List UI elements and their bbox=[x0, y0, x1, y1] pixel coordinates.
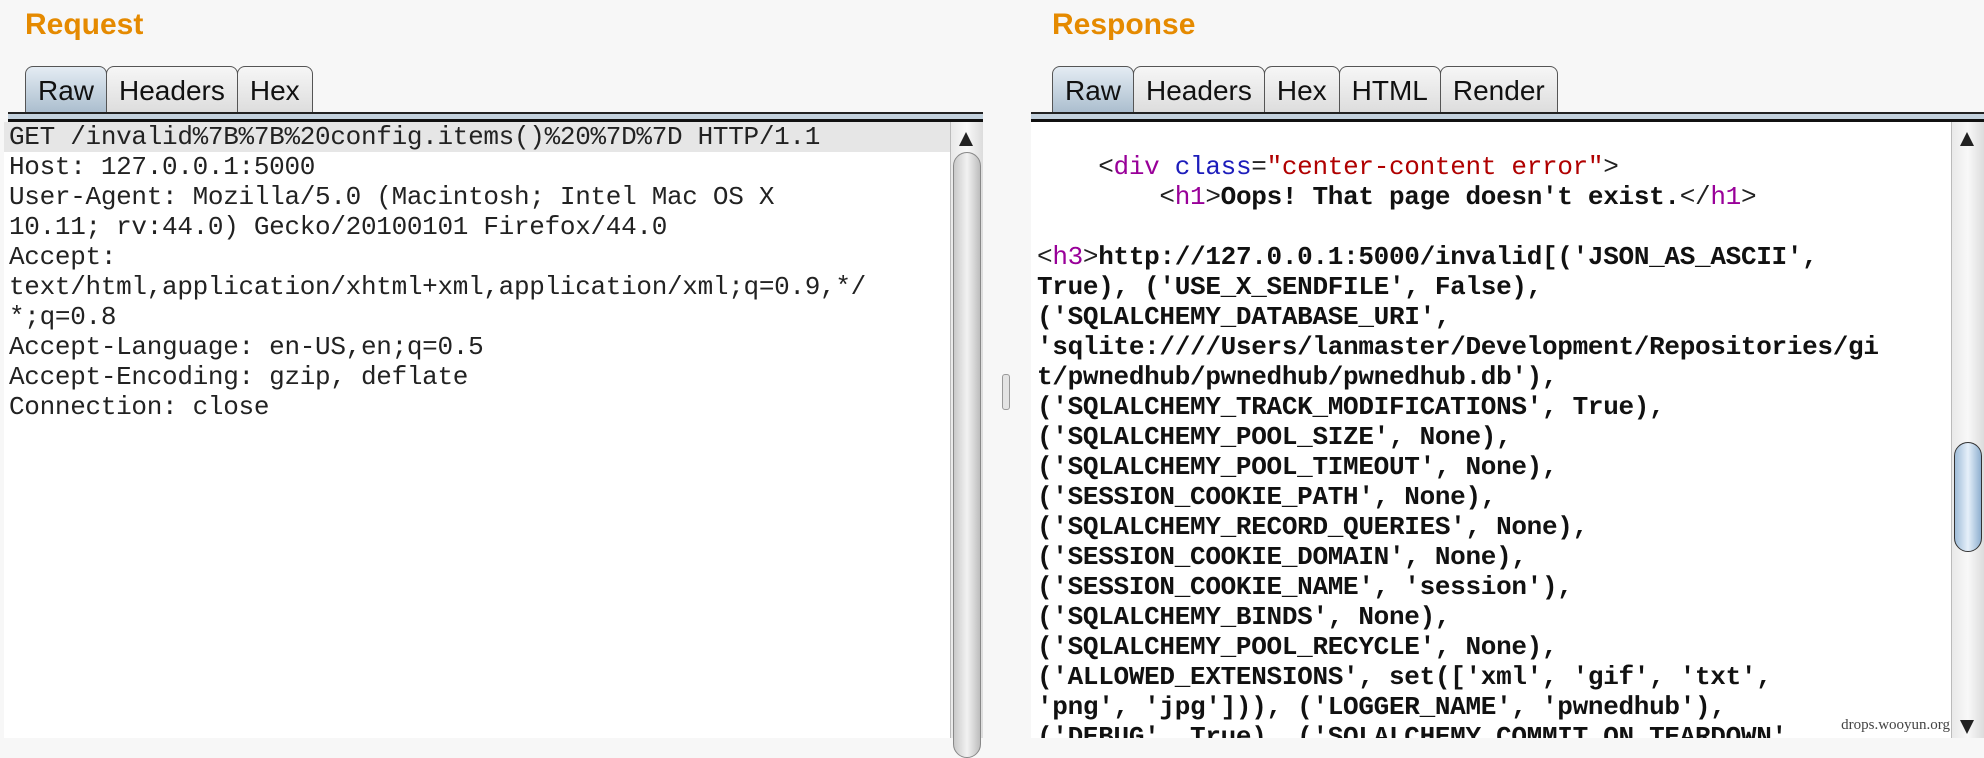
response-line: ('SQLALCHEMY_POOL_TIMEOUT', None), bbox=[1031, 452, 1952, 482]
html-punctuation: > bbox=[1603, 152, 1619, 182]
response-text: ('SQLALCHEMY_TRACK_MODIFICATIONS', True)… bbox=[1037, 392, 1665, 422]
request-scrollbar[interactable] bbox=[950, 122, 983, 758]
tab-headers[interactable]: Headers bbox=[106, 66, 238, 114]
response-text: ('ALLOWED_EXTENSIONS', set(['xml', 'gif'… bbox=[1037, 662, 1772, 692]
response-text: Oops! That page doesn't exist. bbox=[1220, 182, 1680, 212]
response-line: 'png', 'jpg'])), ('LOGGER_NAME', 'pwnedh… bbox=[1031, 692, 1952, 722]
tab-render[interactable]: Render bbox=[1439, 66, 1558, 114]
response-text: 'png', 'jpg'])), ('LOGGER_NAME', 'pwnedh… bbox=[1037, 692, 1726, 722]
html-tag-name: h1 bbox=[1710, 182, 1741, 212]
scroll-down-arrow-icon[interactable] bbox=[1960, 720, 1974, 734]
response-editor[interactable]: <div class="center-content error"> <h1>O… bbox=[1031, 122, 1952, 738]
html-punctuation: > bbox=[1205, 182, 1221, 212]
response-line: 'sqlite:////Users/lanmaster/Development/… bbox=[1031, 332, 1952, 362]
response-text: ('SQLALCHEMY_BINDS', None), bbox=[1037, 602, 1451, 632]
response-line bbox=[1031, 212, 1952, 242]
response-text: ('SESSION_COOKIE_DOMAIN', None), bbox=[1037, 542, 1527, 572]
request-line: Accept-Encoding: gzip, deflate bbox=[9, 362, 469, 392]
response-line bbox=[1031, 122, 1952, 152]
tab-hex[interactable]: Hex bbox=[236, 66, 313, 114]
response-line: ('ALLOWED_EXTENSIONS', set(['xml', 'gif'… bbox=[1031, 662, 1952, 692]
html-punctuation: </ bbox=[1679, 182, 1711, 212]
response-line: t/pwnedhub/pwnedhub/pwnedhub.db'), bbox=[1031, 362, 1952, 392]
html-punctuation: < bbox=[1037, 182, 1175, 212]
response-line: <div class="center-content error"> bbox=[1031, 152, 1952, 182]
response-line: ('SESSION_COOKIE_DOMAIN', None), bbox=[1031, 542, 1952, 572]
request-line: Host: 127.0.0.1:5000 bbox=[9, 152, 316, 182]
request-line: Connection: close bbox=[9, 392, 270, 422]
scroll-thumb[interactable] bbox=[1954, 442, 1982, 552]
response-text: ('DEBUG', True), ('SQLALCHEMY_COMMIT_ON_… bbox=[1037, 722, 1803, 738]
scroll-up-arrow-icon[interactable] bbox=[959, 132, 973, 146]
request-line: *;q=0.8 bbox=[9, 302, 117, 332]
response-line: ('SQLALCHEMY_DATABASE_URI', bbox=[1031, 302, 1952, 332]
response-line: ('SQLALCHEMY_POOL_RECYCLE', None), bbox=[1031, 632, 1952, 662]
response-text: ('SQLALCHEMY_POOL_TIMEOUT', None), bbox=[1037, 452, 1558, 482]
response-line: True), ('USE_X_SENDFILE', False), bbox=[1031, 272, 1952, 302]
response-line: ('SQLALCHEMY_TRACK_MODIFICATIONS', True)… bbox=[1031, 392, 1952, 422]
request-line: 10.11; rv:44.0) Gecko/20100101 Firefox/4… bbox=[9, 212, 668, 242]
html-punctuation: > bbox=[1082, 242, 1099, 272]
response-text: ('SQLALCHEMY_DATABASE_URI', bbox=[1037, 302, 1451, 332]
html-tag-name: h3 bbox=[1052, 242, 1083, 272]
watermark: drops.wooyun.org bbox=[1841, 717, 1950, 733]
html-attribute-name: class bbox=[1174, 152, 1252, 182]
tab-html[interactable]: HTML bbox=[1338, 66, 1441, 114]
response-line: ('SQLALCHEMY_RECORD_QUERIES', None), bbox=[1031, 512, 1952, 542]
request-panel: Request Raw Headers Hex GET /invalid%7B%7B… bbox=[0, 0, 983, 758]
request-title: Request bbox=[25, 8, 144, 41]
html-tag-name: h1 bbox=[1174, 182, 1206, 212]
response-line: ('SESSION_COOKIE_PATH', None), bbox=[1031, 482, 1952, 512]
request-line: GET /invalid%7B%7B%20config.items()%20%7… bbox=[4, 122, 951, 152]
response-text: 'sqlite:////Users/lanmaster/Development/… bbox=[1037, 332, 1879, 362]
tab-headers[interactable]: Headers bbox=[1133, 66, 1265, 114]
response-panel: Response Raw Headers Hex HTML Render <div cl… bbox=[1031, 0, 1984, 738]
response-line: <h1>Oops! That page doesn't exist.</h1> bbox=[1031, 182, 1952, 212]
response-text: True), ('USE_X_SENDFILE', False), bbox=[1037, 272, 1542, 302]
response-text: ('SQLALCHEMY_POOL_RECYCLE', None), bbox=[1037, 632, 1558, 662]
split-pane-divider-handle[interactable] bbox=[1002, 374, 1010, 410]
response-line: ('SQLALCHEMY_POOL_SIZE', None), bbox=[1031, 422, 1952, 452]
html-attribute-value: "center-content error" bbox=[1266, 152, 1604, 182]
request-line: Accept: bbox=[9, 242, 117, 272]
html-punctuation: < bbox=[1037, 152, 1114, 182]
html-punctuation: < bbox=[1037, 242, 1053, 272]
request-line: text/html,application/xhtml+xml,applicat… bbox=[9, 272, 866, 302]
tab-raw[interactable]: Raw bbox=[25, 66, 108, 114]
response-tabs: Raw Headers Hex HTML Render bbox=[1052, 66, 1558, 114]
response-scrollbar[interactable] bbox=[1951, 122, 1984, 738]
html-punctuation: = bbox=[1251, 152, 1267, 182]
response-line: ('DEBUG', True), ('SQLALCHEMY_COMMIT_ON_… bbox=[1031, 722, 1952, 738]
request-line: User-Agent: Mozilla/5.0 (Macintosh; Inte… bbox=[9, 182, 775, 212]
response-line: ('SQLALCHEMY_BINDS', None), bbox=[1031, 602, 1952, 632]
response-line: <h3>http://127.0.0.1:5000/invalid[('JSON… bbox=[1031, 242, 1952, 272]
request-editor[interactable]: GET /invalid%7B%7B%20config.items()%20%7… bbox=[4, 122, 951, 738]
request-tabs: Raw Headers Hex bbox=[25, 66, 313, 114]
tab-hex[interactable]: Hex bbox=[1263, 66, 1340, 114]
response-text: ('SESSION_COOKIE_NAME', 'session'), bbox=[1037, 572, 1573, 602]
response-title: Response bbox=[1052, 8, 1196, 41]
html-punctuation bbox=[1159, 152, 1174, 182]
response-text: ('SQLALCHEMY_POOL_SIZE', None), bbox=[1037, 422, 1512, 452]
response-text: t/pwnedhub/pwnedhub/pwnedhub.db'), bbox=[1037, 362, 1558, 392]
tab-raw[interactable]: Raw bbox=[1052, 66, 1135, 114]
response-line: ('SESSION_COOKIE_NAME', 'session'), bbox=[1031, 572, 1952, 602]
request-line: Accept-Language: en-US,en;q=0.5 bbox=[9, 332, 484, 362]
scroll-thumb[interactable] bbox=[953, 152, 981, 758]
response-text: http://127.0.0.1:5000/invalid[('JSON_AS_… bbox=[1098, 242, 1818, 272]
tab-underline bbox=[1031, 112, 1984, 122]
tab-underline bbox=[8, 112, 983, 122]
response-text: ('SQLALCHEMY_RECORD_QUERIES', None), bbox=[1037, 512, 1588, 542]
scroll-up-arrow-icon[interactable] bbox=[1960, 132, 1974, 146]
html-tag-name: div bbox=[1113, 152, 1160, 182]
response-text: ('SESSION_COOKIE_PATH', None), bbox=[1037, 482, 1497, 512]
html-punctuation: > bbox=[1740, 182, 1757, 212]
